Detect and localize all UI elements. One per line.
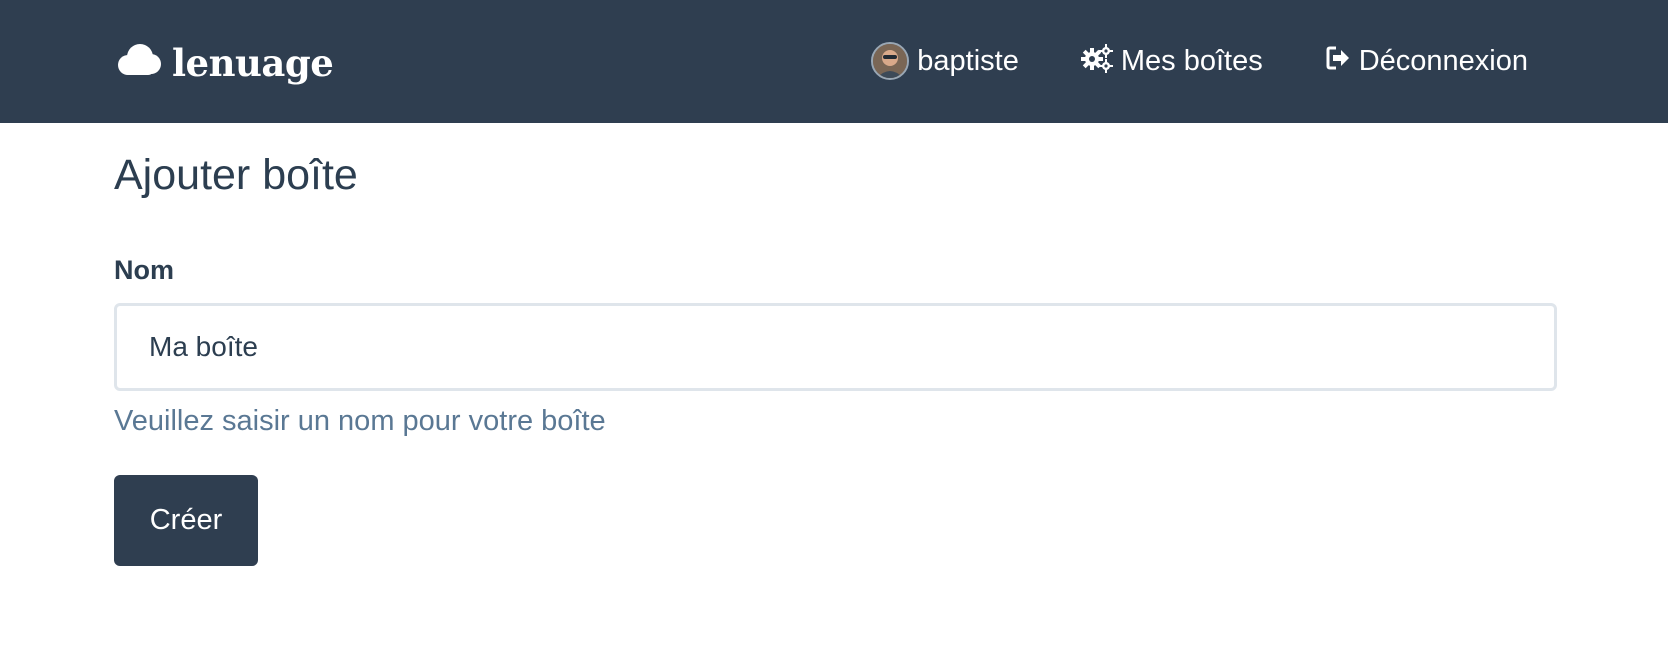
- nav-user-label: baptiste: [917, 44, 1019, 77]
- cloud-icon: [114, 43, 162, 84]
- nav-links: baptiste Mes boîtes Déconnexion: [871, 36, 1528, 86]
- navbar: lenuage baptiste Mes boîtes Déconnexion: [0, 0, 1668, 123]
- nav-my-boxes-label: Mes boîtes: [1120, 44, 1263, 77]
- nav-user-link[interactable]: baptiste: [871, 42, 1019, 80]
- sign-out-icon: [1325, 45, 1351, 77]
- name-field-label: Nom: [114, 255, 174, 285]
- nav-my-boxes-link[interactable]: Mes boîtes: [1080, 43, 1263, 79]
- brand-link[interactable]: lenuage: [114, 38, 334, 88]
- brand-name: lenuage: [172, 40, 334, 85]
- name-help-text: Veuillez saisir un nom pour votre boîte: [114, 405, 606, 437]
- nav-logout-link[interactable]: Déconnexion: [1325, 45, 1528, 77]
- cogs-icon: [1080, 43, 1113, 79]
- avatar: [871, 42, 910, 80]
- page-title: Ajouter boîte: [114, 151, 358, 199]
- name-input[interactable]: [114, 303, 1557, 391]
- nav-logout-label: Déconnexion: [1358, 44, 1528, 77]
- create-button[interactable]: Créer: [114, 475, 258, 566]
